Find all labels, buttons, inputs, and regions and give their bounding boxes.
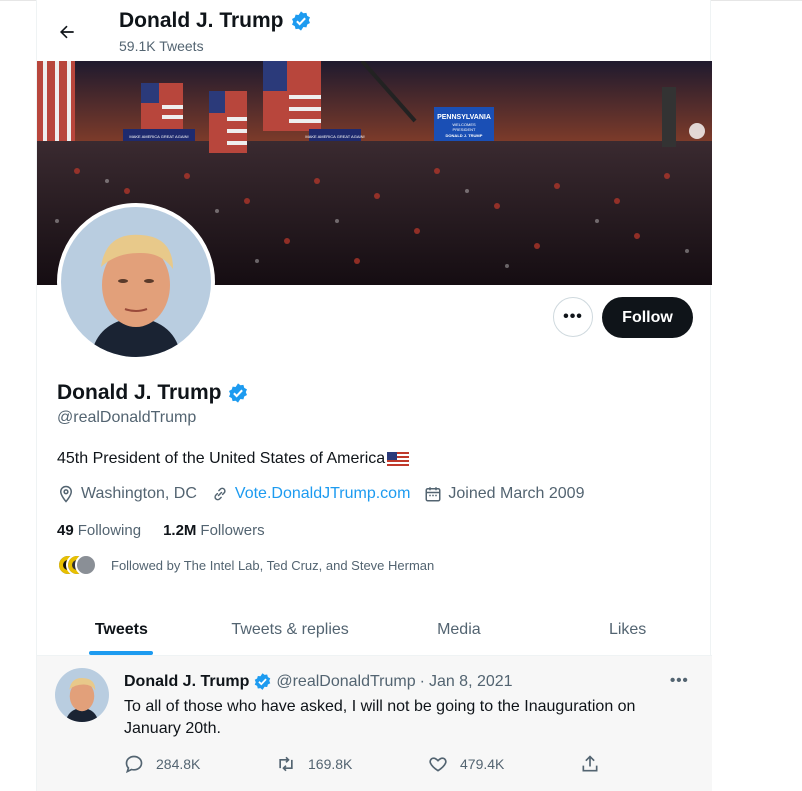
location-text: Washington, DC: [81, 485, 197, 502]
tab-likes[interactable]: Likes: [543, 604, 712, 655]
following-link[interactable]: 49 Following: [57, 522, 141, 539]
reply-count: 284.8K: [156, 756, 201, 772]
tweet-more-button[interactable]: •••: [670, 672, 689, 689]
followers-label: Followers: [200, 522, 265, 539]
like-count: 479.4K: [460, 756, 505, 772]
profile-tabs: Tweets Tweets & replies Media Likes: [37, 604, 712, 656]
share-icon: [582, 755, 598, 772]
profile-header: Donald J. Trump 59.1K Tweets: [37, 0, 712, 61]
followers-link[interactable]: 1.2M Followers: [163, 522, 265, 539]
more-options-button[interactable]: •••: [553, 297, 593, 337]
website-link[interactable]: Vote.DonaldJTrump.com: [235, 485, 410, 503]
verified-badge-icon: [291, 11, 310, 31]
header-tweet-count: 59.1K Tweets: [119, 38, 204, 54]
profile-name-row: Donald J. Trump: [57, 381, 249, 405]
follower-avatars: [57, 554, 97, 576]
followers-count: 1.2M: [163, 522, 197, 539]
tab-tweets[interactable]: Tweets: [37, 604, 206, 655]
banner-left-text: MAKE AMERICA GREAT AGAIN!: [129, 134, 188, 139]
tab-tweets-replies[interactable]: Tweets & replies: [206, 604, 375, 655]
heart-icon: [429, 757, 447, 772]
header-title: Donald J. Trump: [119, 9, 312, 33]
tweet-item[interactable]: Donald J. Trump @realDonaldTrump · Jan 8…: [37, 656, 712, 791]
location-pin-icon: [59, 485, 73, 503]
profile-photo-image: [61, 207, 211, 357]
tweet-actions: 284.8K 169.8K 479.4K: [124, 754, 604, 774]
profile-stats: 49 Following 1.2M Followers: [57, 522, 265, 539]
retweet-button[interactable]: 169.8K: [276, 754, 428, 774]
profile-bio: 45th President of the United States of A…: [57, 450, 410, 468]
following-count: 49: [57, 522, 74, 539]
link-icon: [214, 487, 226, 501]
joined-item: Joined March 2009: [424, 485, 584, 503]
share-button[interactable]: [580, 754, 600, 774]
banner-right-text: MAKE AMERICA GREAT AGAIN!: [305, 134, 364, 139]
calendar-icon: [425, 487, 441, 502]
profile-column: Donald J. Trump 59.1K Tweets PENNSYLVANI…: [36, 0, 712, 791]
us-flag-icon: [387, 452, 410, 466]
reply-icon: [125, 755, 143, 774]
sign-sub2-text: PRESIDENT: [453, 127, 476, 132]
following-label: Following: [77, 522, 142, 539]
retweet-icon: [279, 756, 293, 772]
back-button[interactable]: [53, 18, 81, 46]
follower-avatar: [75, 554, 97, 576]
tweet-author-name[interactable]: Donald J. Trump: [124, 673, 249, 691]
tweet-author-handle: @realDonaldTrump: [276, 672, 416, 690]
profile-meta: Washington, DC Vote.DonaldJTrump.com Joi…: [57, 485, 598, 503]
tweet-text: To all of those who have asked, I will n…: [124, 698, 636, 737]
verified-badge-icon: [255, 673, 271, 690]
followed-by-row[interactable]: Followed by The Intel Lab, Ted Cruz, and…: [57, 554, 434, 576]
profile-name: Donald J. Trump: [57, 381, 222, 404]
like-button[interactable]: 479.4K: [428, 754, 580, 774]
profile-avatar[interactable]: [57, 203, 215, 361]
verified-badge-icon: [228, 383, 247, 403]
follow-button[interactable]: Follow: [602, 297, 693, 338]
tweet-header: Donald J. Trump @realDonaldTrump · Jan 8…: [124, 672, 513, 691]
sign-sub3-text: DONALD J. TRUMP: [446, 133, 483, 138]
tab-media[interactable]: Media: [375, 604, 544, 655]
sign-main-text: PENNSYLVANIA: [437, 114, 491, 121]
profile-handle: @realDonaldTrump: [57, 409, 197, 426]
tweet-separator: ·: [419, 672, 425, 690]
retweet-count: 169.8K: [308, 756, 353, 772]
joined-text: Joined March 2009: [448, 485, 585, 502]
location-item: Washington, DC: [57, 485, 197, 503]
tweet-date[interactable]: Jan 8, 2021: [429, 673, 513, 691]
bio-text: 45th President of the United States of A…: [57, 450, 386, 467]
reply-button[interactable]: 284.8K: [124, 754, 276, 774]
tweet-author-photo: [55, 668, 109, 722]
arrow-left-icon: [60, 25, 74, 39]
followed-by-text: Followed by The Intel Lab, Ted Cruz, and…: [111, 557, 435, 573]
website-item: Vote.DonaldJTrump.com: [211, 485, 410, 503]
header-name: Donald J. Trump: [119, 9, 284, 32]
tweet-avatar[interactable]: [55, 668, 109, 722]
